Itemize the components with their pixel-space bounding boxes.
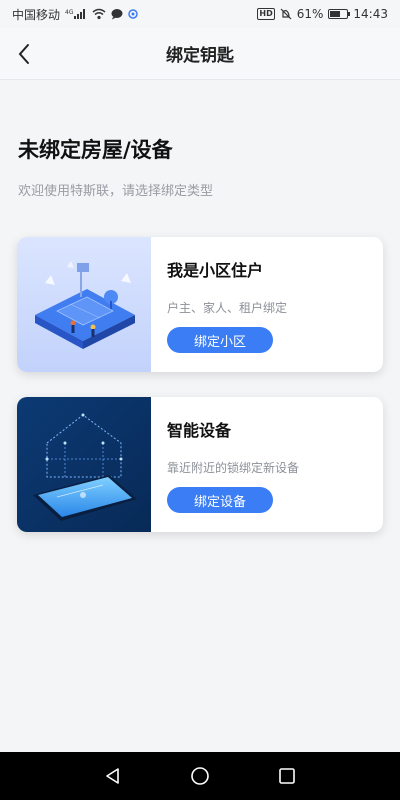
triangle-back-icon [106,768,120,784]
smart-device-card[interactable]: 智能设备 靠近附近的锁绑定新设备 绑定设备 [17,397,383,532]
network-type-label: 4G [65,9,74,16]
signal-icon: 4G [65,8,87,20]
status-right: HD 61% 14:43 [257,7,388,21]
message-icon [111,8,123,20]
circle-home-icon [191,767,209,785]
hd-badge: HD [257,8,275,20]
bind-device-button[interactable]: 绑定设备 [167,487,273,513]
clock: 14:43 [353,7,388,21]
app-notification-icon [128,8,138,20]
community-illustration [17,237,151,372]
chevron-left-icon [18,44,29,64]
carrier-label: 中国移动 [12,7,61,22]
section-subtitle: 欢迎使用特斯联，请选择绑定类型 [18,184,214,199]
battery-icon [328,9,351,19]
resident-card-description: 户主、家人、租户绑定 [167,301,288,315]
resident-card[interactable]: 我是小区住户 户主、家人、租户绑定 绑定小区 [17,237,383,372]
nav-bar: 绑定钥匙 [0,28,400,80]
bind-community-button[interactable]: 绑定小区 [167,327,273,353]
smart-device-card-body: 智能设备 靠近附近的锁绑定新设备 绑定设备 [151,397,383,532]
mute-icon [280,8,292,20]
smart-device-illustration [17,397,151,532]
system-navigation-bar [0,752,400,800]
resident-card-body: 我是小区住户 户主、家人、租户绑定 绑定小区 [151,237,383,372]
section-heading: 未绑定房屋/设备 [18,138,173,162]
page-title: 绑定钥匙 [166,46,234,66]
smart-device-card-title: 智能设备 [167,421,232,440]
wifi-icon [92,8,106,20]
status-left: 中国移动 4G [12,6,138,23]
square-recent-icon [278,768,295,784]
back-button[interactable] [8,38,40,70]
system-recent-apps-button[interactable] [267,756,307,796]
smart-device-card-description: 靠近附近的锁绑定新设备 [167,461,300,475]
system-home-button[interactable] [180,756,220,796]
battery-percent: 61% [296,7,324,21]
status-bar: 中国移动 4G HD 61% 14:43 [0,0,400,28]
battery-level [330,11,341,17]
system-back-button[interactable] [93,756,133,796]
resident-card-title: 我是小区住户 [167,261,264,280]
